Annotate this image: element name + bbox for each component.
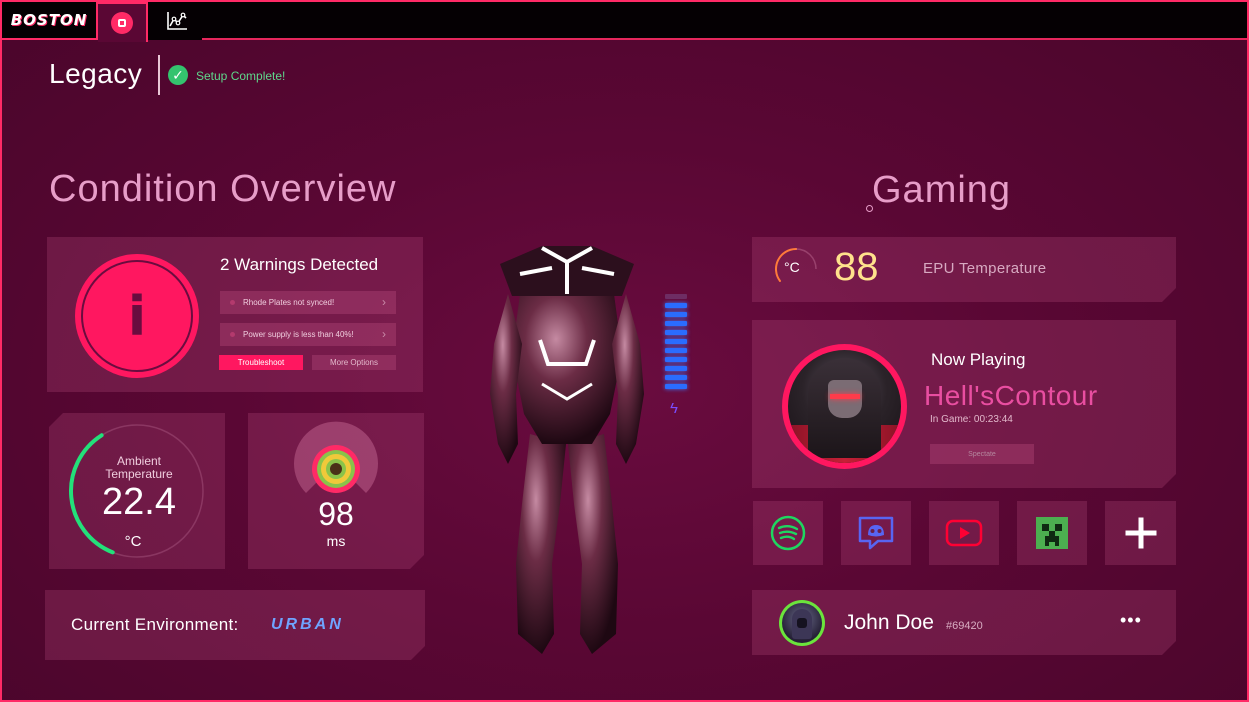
epu-value: 88 bbox=[834, 245, 879, 289]
warning-text: Power supply is less than 40%! bbox=[243, 330, 354, 339]
battery-segment bbox=[665, 375, 687, 380]
warning-dot-icon bbox=[230, 300, 235, 305]
condition-title: Condition Overview bbox=[49, 168, 397, 210]
battery-segment bbox=[665, 348, 687, 353]
now-playing-label: Now Playing bbox=[931, 350, 1026, 369]
ambient-unit: °C bbox=[124, 533, 142, 550]
warning-text: Rhode Plates not synced! bbox=[243, 298, 335, 307]
chevron-right-icon: › bbox=[382, 327, 386, 341]
ping-unit: ms bbox=[326, 533, 346, 549]
chart-icon bbox=[167, 12, 187, 30]
ping-value: 98 bbox=[318, 496, 354, 532]
warning-item[interactable]: Rhode Plates not synced! › bbox=[220, 291, 396, 314]
app-tile-minecraft[interactable] bbox=[1017, 501, 1087, 565]
gaming-title: Gaming bbox=[872, 169, 1012, 211]
user-name: John Doe bbox=[844, 611, 934, 634]
spectate-button[interactable]: Spectate bbox=[930, 444, 1034, 464]
brand-logo: BOSTON bbox=[10, 11, 88, 29]
discord-icon bbox=[858, 516, 894, 550]
warnings-panel: i 2 Warnings Detected Rhode Plates not s… bbox=[47, 237, 423, 392]
youtube-icon bbox=[945, 519, 983, 547]
home-icon bbox=[111, 12, 133, 34]
environment-value: URBAN bbox=[271, 616, 344, 633]
page-title: Legacy bbox=[49, 58, 143, 89]
environment-panel: Current Environment: URBAN bbox=[45, 590, 425, 660]
troubleshoot-button[interactable]: Troubleshoot bbox=[219, 355, 303, 370]
status-text: Setup Complete! bbox=[196, 69, 286, 83]
ambient-value: 22.4 bbox=[102, 481, 176, 523]
spotify-icon bbox=[770, 515, 806, 551]
battery-segment bbox=[665, 312, 687, 317]
app-tile-spotify[interactable] bbox=[753, 501, 823, 565]
battery-segment bbox=[665, 303, 687, 308]
game-avatar[interactable] bbox=[782, 344, 907, 469]
minecraft-icon bbox=[1036, 517, 1068, 549]
battery-segment bbox=[665, 330, 687, 335]
warnings-title: 2 Warnings Detected bbox=[220, 255, 379, 274]
bolt-icon: ϟ bbox=[670, 400, 678, 417]
game-title: Hell'sContour bbox=[924, 380, 1098, 411]
check-icon: ✓ bbox=[168, 65, 188, 85]
battery-segment bbox=[665, 294, 687, 299]
tab-stats[interactable] bbox=[152, 2, 202, 40]
app-tile-discord[interactable] bbox=[841, 501, 911, 565]
more-options-icon[interactable]: ••• bbox=[1120, 610, 1142, 631]
environment-label: Current Environment: bbox=[71, 615, 239, 634]
avatar[interactable] bbox=[779, 600, 825, 646]
character-model[interactable] bbox=[472, 234, 662, 659]
battery-segment bbox=[665, 339, 687, 344]
epu-temperature-panel: °C 88 EPU Temperature bbox=[752, 237, 1176, 302]
user-panel: John Doe #69420 ••• bbox=[752, 590, 1176, 655]
ping-panel: 98 ms bbox=[248, 413, 424, 569]
tab-home[interactable] bbox=[98, 2, 148, 42]
battery-segment bbox=[665, 357, 687, 362]
now-playing-panel: Now Playing Hell'sContour In Game: 00:23… bbox=[752, 320, 1176, 488]
warning-item[interactable]: Power supply is less than 40%! › bbox=[220, 323, 396, 346]
app-tile-youtube[interactable] bbox=[929, 501, 999, 565]
app-window: BOSTON Legacy ✓ Setup Complete! Conditio… bbox=[0, 0, 1249, 702]
top-bar: BOSTON bbox=[2, 2, 1247, 42]
battery-segment bbox=[665, 321, 687, 326]
in-game-time: In Game: 00:23:44 bbox=[930, 414, 1013, 425]
warning-dot-icon bbox=[230, 332, 235, 337]
battery-segment bbox=[665, 366, 687, 371]
add-app-button[interactable] bbox=[1105, 501, 1176, 565]
epu-label: EPU Temperature bbox=[923, 260, 1047, 277]
user-tag: #69420 bbox=[946, 620, 983, 632]
more-options-button[interactable]: More Options bbox=[312, 355, 396, 370]
ambient-temperature-panel: Ambient Temperature 22.4 °C bbox=[49, 413, 225, 569]
ambient-label: Ambient Temperature bbox=[105, 454, 173, 481]
chevron-right-icon: › bbox=[382, 295, 386, 309]
info-icon: i bbox=[75, 254, 199, 378]
battery-segment bbox=[665, 384, 687, 389]
epu-unit: °C bbox=[784, 259, 800, 275]
add-icon bbox=[1125, 517, 1156, 549]
top-divider bbox=[202, 38, 1247, 40]
header-divider bbox=[158, 55, 160, 95]
brand-tab[interactable]: BOSTON bbox=[2, 2, 98, 40]
battery-indicator bbox=[665, 294, 687, 394]
